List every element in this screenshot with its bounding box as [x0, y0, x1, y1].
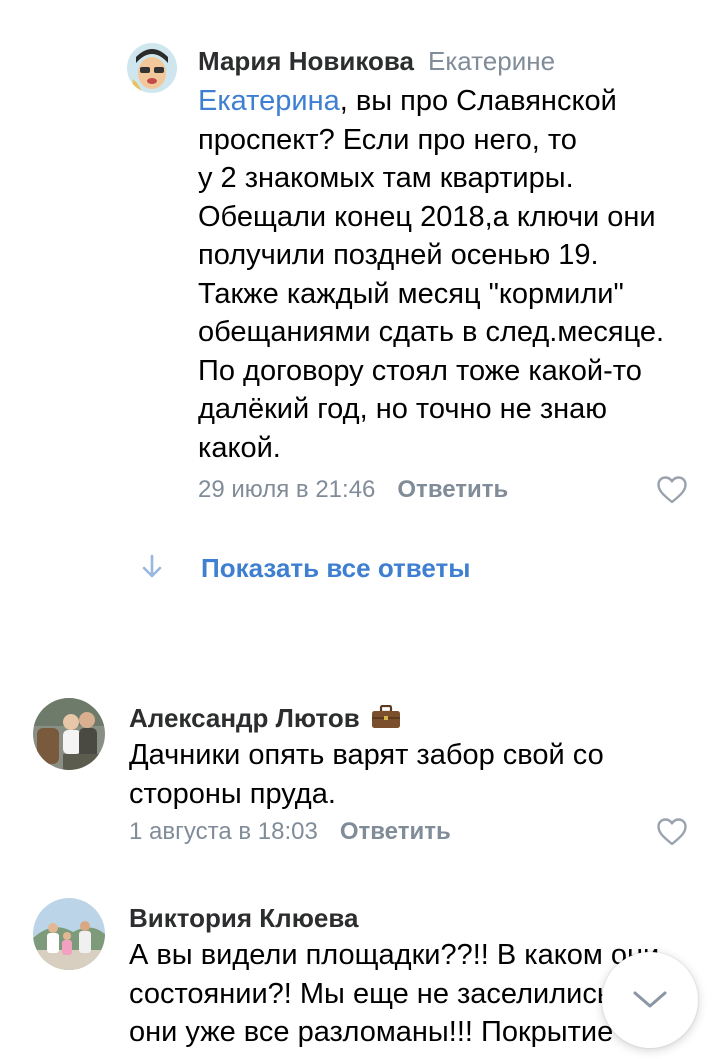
chevron-down-icon [633, 991, 667, 1008]
comment-text: Дачники опять варят забор свой со сторон… [129, 739, 604, 810]
comment-date: 29 июля в 21:46 [198, 476, 376, 503]
comment-text: Екатерина, вы про Славянской проспект? Е… [198, 85, 665, 464]
show-all-replies-label[interactable]: Показать все ответы [201, 553, 470, 584]
comment-author[interactable]: Мария Новикова [198, 46, 414, 76]
mention-link[interactable]: Екатерина [198, 85, 340, 117]
briefcase-icon [371, 704, 401, 736]
avatar[interactable] [127, 43, 177, 93]
like-button[interactable] [656, 817, 688, 847]
arrow-down-icon [142, 554, 162, 578]
comment-author[interactable]: Александр Лютов [129, 703, 360, 733]
like-button[interactable] [656, 475, 688, 505]
avatar[interactable] [33, 698, 105, 770]
scroll-down-button[interactable] [602, 952, 698, 1048]
comment-date: 1 августа в 18:03 [129, 818, 318, 845]
reply-to-label[interactable]: Екатерине [428, 46, 555, 76]
heart-outline-icon [657, 818, 687, 846]
reply-button[interactable]: Ответить [397, 476, 508, 503]
comment-author[interactable]: Виктория Клюева [129, 903, 358, 933]
reply-button[interactable]: Ответить [340, 818, 451, 845]
avatar[interactable] [33, 898, 105, 970]
heart-outline-icon [657, 476, 687, 504]
